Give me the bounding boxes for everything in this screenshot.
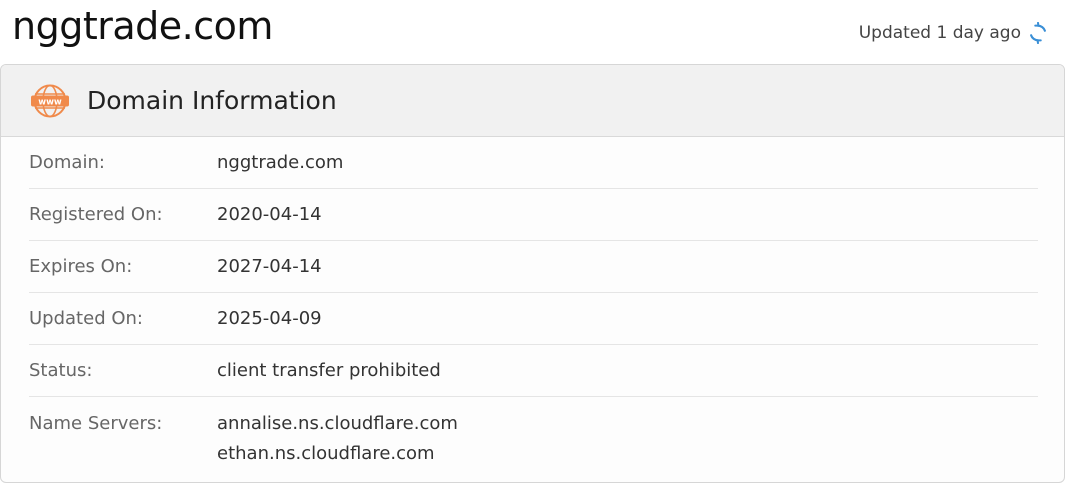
table-row: Status: client transfer prohibited (29, 345, 1038, 397)
row-value: nggtrade.com (217, 151, 344, 173)
last-updated: Updated 1 day ago (858, 21, 1049, 45)
row-label: Name Servers: (29, 413, 163, 434)
www-icon: www (29, 83, 71, 119)
row-label: Domain: (29, 152, 105, 173)
row-value: 2027-04-14 (217, 255, 322, 277)
panel-header: www Domain Information (1, 65, 1064, 137)
domain-information-panel: www Domain Information Domain: nggtrade.… (0, 64, 1065, 483)
row-value: client transfer prohibited (217, 359, 441, 381)
row-value: 2020-04-14 (217, 203, 322, 225)
table-row: Domain: nggtrade.com (29, 137, 1038, 189)
row-label: Expires On: (29, 256, 133, 277)
table-row-name-servers: Name Servers: annalise.ns.cloudflare.com… (29, 397, 1038, 469)
svg-text:www: www (38, 97, 62, 107)
info-table: Domain: nggtrade.com Registered On: 2020… (1, 137, 1064, 469)
row-label: Updated On: (29, 308, 143, 329)
row-label: Status: (29, 360, 93, 381)
panel-title: Domain Information (87, 86, 337, 115)
name-server: ethan.ns.cloudflare.com (217, 443, 435, 464)
table-row: Updated On: 2025-04-09 (29, 293, 1038, 345)
name-server: annalise.ns.cloudflare.com (217, 413, 458, 434)
table-row: Expires On: 2027-04-14 (29, 241, 1038, 293)
refresh-icon[interactable] (1027, 21, 1049, 45)
row-value: 2025-04-09 (217, 307, 322, 329)
name-servers-list: annalise.ns.cloudflare.com ethan.ns.clou… (217, 409, 458, 469)
updated-text: Updated 1 day ago (858, 23, 1021, 43)
table-row: Registered On: 2020-04-14 (29, 189, 1038, 241)
page-title: nggtrade.com (12, 4, 273, 48)
row-label: Registered On: (29, 204, 163, 225)
